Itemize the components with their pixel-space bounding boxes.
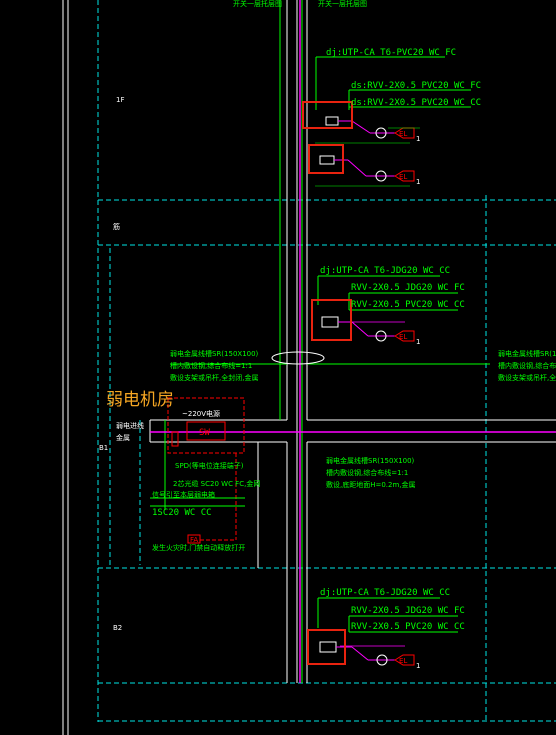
connector-box bbox=[319, 155, 335, 165]
c3-count: 1 bbox=[416, 662, 420, 670]
top-label-right: 开关一层托层图 bbox=[318, 0, 367, 8]
c3-signal-cable-2-label: RVV-2X0.5 PVC20 WC CC bbox=[351, 622, 465, 632]
connector-box bbox=[325, 116, 339, 126]
equipment-room-outline bbox=[167, 397, 245, 454]
tray-note-right-2: 槽内敷设钢,综合布线=1:1 bbox=[326, 468, 408, 477]
c1-signal-cable-2-label: ds:RVV-2X0.5 PVC20 WC CC bbox=[351, 98, 481, 108]
top-label-left: 开关一层托层图 bbox=[233, 0, 282, 8]
spd-label: SPD(等电位连接端子) bbox=[175, 461, 244, 470]
controller-box bbox=[321, 316, 339, 328]
highlight-box bbox=[302, 101, 353, 129]
dashed-grid bbox=[97, 0, 556, 722]
cad-drawing: 开关一层托层图 开关一层托层图 1F 筋 B1 B2 dj:UTP-CA T6-… bbox=[62, 0, 556, 735]
floor-label-b2: B2 bbox=[113, 624, 122, 632]
tray-note-far-right-1: 弱电金属线槽SR(15 bbox=[498, 349, 556, 358]
c1-el-label: EL bbox=[399, 130, 407, 138]
tray-note-right-1: 弱电金属线槽SR(150X100) bbox=[326, 456, 415, 465]
floor-label-b1: B1 bbox=[99, 444, 108, 452]
eq-cable-2: 1SC20 WC CC bbox=[152, 508, 212, 518]
c3-data-cable-label: dj:UTP-CA T6-JDG20 WC CC bbox=[320, 588, 450, 598]
c1-count-2: 1 bbox=[416, 178, 420, 186]
left-note: 弱电进线 bbox=[116, 421, 144, 430]
tray-note-left-3: 敷设支架或吊杆,全封闭,金属 bbox=[170, 373, 258, 382]
c2-signal-cable-1-label: RVV-2X0.5 JDG20 WC FC bbox=[351, 283, 465, 293]
c2-signal-cable-2-label: RVV-2X0.5 PVC20 WC CC bbox=[351, 300, 465, 310]
tray-note-left-2: 槽内敷设钢,综合布线=1:1 bbox=[170, 361, 252, 370]
tray-note-far-right-2: 槽内敷设钢,综合布线 bbox=[498, 361, 556, 370]
circuit-1 bbox=[315, 56, 471, 187]
c3-el-label: EL bbox=[399, 657, 407, 665]
floor-label-1f: 1F bbox=[116, 96, 124, 104]
eq-note-1: 信号引至本层弱电箱 bbox=[152, 490, 215, 499]
tray-note-right-3: 敷设,底距地面H=0.2m,金属 bbox=[326, 480, 416, 489]
c1-signal-cable-1-label: ds:RVV-2X0.5 PVC20 WC FC bbox=[351, 81, 481, 91]
c1-data-cable-label: dj:UTP-CA T6-PVC20 WC FC bbox=[326, 48, 456, 58]
eq-cable-1: 2芯光缆 SC20 WC FC,金网 bbox=[173, 479, 260, 488]
highlight-box bbox=[311, 299, 352, 341]
tray-note-left-1: 弱电金属线槽SR(150X100) bbox=[170, 349, 259, 358]
c3-signal-cable-1-label: RVV-2X0.5 JDG20 WC FC bbox=[351, 606, 465, 616]
tray-note-far-right-3: 敷设支架或吊杆,全封 bbox=[498, 373, 556, 382]
c2-count: 1 bbox=[416, 338, 420, 346]
spd-box bbox=[171, 431, 179, 447]
fa-label: FA bbox=[190, 536, 198, 544]
eq-note-2: 发生火灾时,门禁自动释放打开 bbox=[152, 543, 245, 552]
power-label: ~220V电源 bbox=[182, 409, 220, 418]
floor-label-mid: 筋 bbox=[113, 222, 120, 231]
highlight-box bbox=[308, 144, 344, 174]
c2-data-cable-label: dj:UTP-CA T6-JDG20 WC CC bbox=[320, 266, 450, 276]
c2-el-label: EL bbox=[399, 333, 407, 341]
c1-el-label-2: EL bbox=[399, 173, 407, 181]
c1-count: 1 bbox=[416, 135, 420, 143]
left-note-2: 金属 bbox=[116, 433, 130, 442]
room-label: 弱电机房 bbox=[106, 390, 174, 410]
controller-box bbox=[319, 641, 337, 653]
sw-label: SW bbox=[199, 428, 210, 438]
